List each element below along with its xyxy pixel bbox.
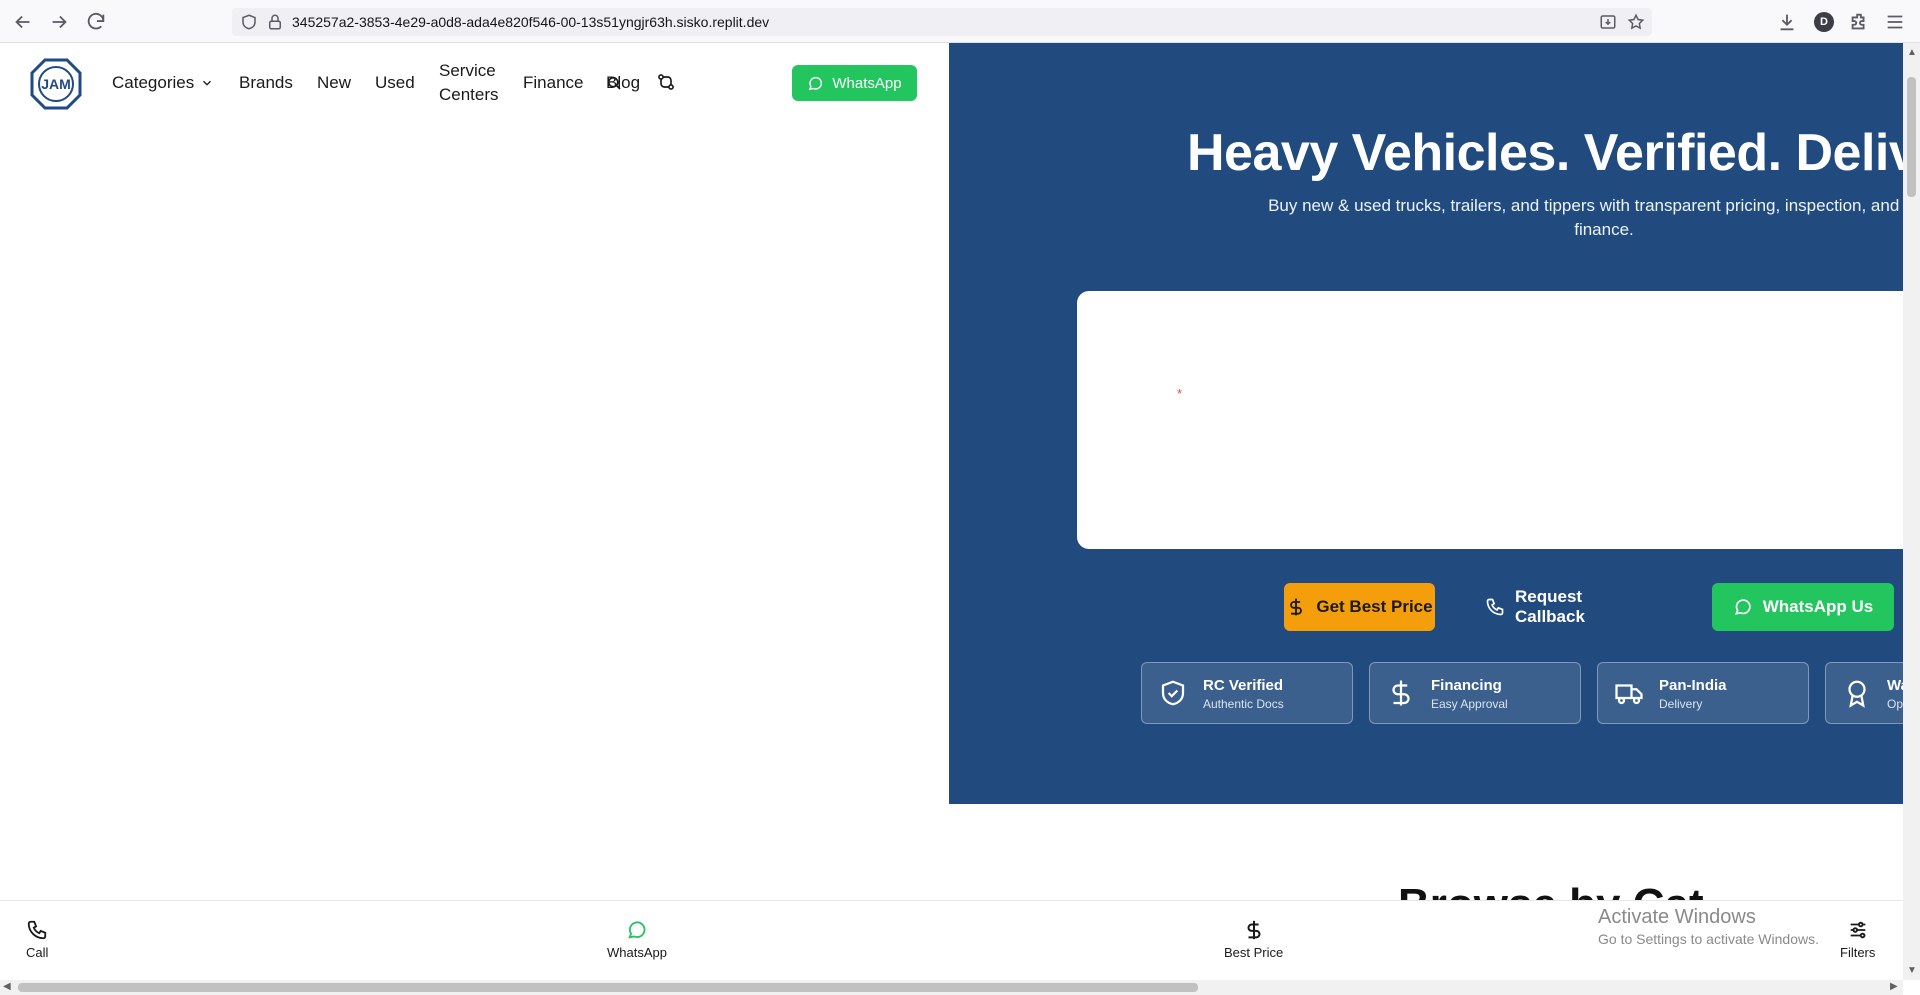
hero-title: Heavy Vehicles. Verified. Delivered.: [1187, 124, 1903, 182]
bottom-call-button[interactable]: Call: [26, 919, 48, 960]
dollar-icon: [1243, 919, 1265, 941]
watermark-title: Activate Windows: [1598, 906, 1756, 928]
site-header: JAM Categories Brands New Used Service C…: [0, 43, 949, 123]
whatsapp-us-label: WhatsApp Us: [1762, 597, 1874, 616]
scroll-left-arrow-icon[interactable]: ◀: [3, 981, 11, 992]
get-best-price-label: Get Best Price: [1316, 597, 1433, 616]
phone-icon: [26, 919, 48, 941]
hero-search-card: *: [1077, 291, 1903, 549]
get-best-price-button[interactable]: Get Best Price: [1284, 583, 1435, 631]
bottom-filters-label: Filters: [1840, 945, 1876, 960]
bottom-filters-button[interactable]: Filters: [1840, 919, 1875, 960]
trust-badge: Pan-India Delivery: [1597, 662, 1809, 724]
hero-section: Heavy Vehicles. Verified. Delivered. Buy…: [949, 43, 1903, 804]
reload-icon[interactable]: [85, 11, 107, 33]
phone-icon: [1485, 597, 1505, 617]
horizontal-scroll-thumb[interactable]: [18, 983, 1198, 992]
required-asterisk: *: [1177, 386, 1183, 401]
bottom-best-price-button[interactable]: Best Price: [1224, 919, 1283, 960]
trust-badge: Wa Op: [1825, 662, 1903, 724]
compare-icon[interactable]: [656, 72, 676, 92]
header-whatsapp-label: WhatsApp: [832, 74, 902, 92]
whatsapp-icon: [626, 919, 648, 941]
tracking-shield-icon[interactable]: [240, 13, 258, 31]
bottom-best-price-label: Best Price: [1224, 945, 1284, 960]
logo-text: JAM: [41, 76, 71, 92]
address-bar[interactable]: 345257a2-3853-4e29-a0d8-ada4e820f546-00-…: [232, 8, 1652, 36]
badge-subtitle: Easy Approval: [1431, 697, 1508, 711]
scroll-right-arrow-icon[interactable]: ▶: [1890, 981, 1898, 992]
badge-subtitle: Delivery: [1659, 697, 1703, 711]
page-action-icon[interactable]: [1599, 13, 1617, 31]
badge-title: Financing: [1431, 677, 1502, 694]
sliders-icon: [1847, 919, 1869, 941]
nav-new[interactable]: New: [317, 71, 351, 95]
badge-title: Pan-India: [1659, 677, 1727, 694]
horizontal-scrollbar[interactable]: ◀ ▶: [0, 980, 1903, 995]
badge-subtitle: Op: [1887, 697, 1903, 711]
whatsapp-us-button[interactable]: WhatsApp Us: [1712, 583, 1894, 631]
profile-avatar[interactable]: D: [1814, 12, 1834, 32]
browser-toolbar: 345257a2-3853-4e29-a0d8-ada4e820f546-00-…: [0, 0, 1920, 43]
watermark-subtitle: Go to Settings to activate Windows.: [1598, 931, 1819, 947]
badge-subtitle: Authentic Docs: [1203, 697, 1284, 711]
whatsapp-icon: [807, 75, 824, 92]
chevron-down-icon: [200, 76, 214, 90]
nav-finance[interactable]: Finance: [523, 71, 583, 95]
lock-icon[interactable]: [266, 13, 284, 31]
request-callback-button[interactable]: Request Callback: [1485, 583, 1640, 631]
shield-check-icon: [1158, 678, 1188, 708]
menu-icon[interactable]: [1884, 11, 1906, 33]
forward-icon[interactable]: [48, 11, 70, 33]
award-icon: [1842, 678, 1872, 708]
back-icon[interactable]: [12, 11, 34, 33]
header-whatsapp-button[interactable]: WhatsApp: [792, 65, 917, 101]
nav-brands[interactable]: Brands: [239, 71, 293, 95]
trust-badge: Financing Easy Approval: [1369, 662, 1581, 724]
nav-service-centers[interactable]: Service Centers: [439, 59, 499, 107]
scroll-down-arrow-icon[interactable]: ▼: [1907, 965, 1917, 976]
truck-icon: [1614, 678, 1644, 708]
whatsapp-icon: [1733, 597, 1753, 617]
jam-logo[interactable]: JAM: [30, 58, 82, 110]
downloads-icon[interactable]: [1776, 11, 1798, 33]
windows-activation-watermark: Activate Windows Go to Settings to activ…: [1598, 904, 1819, 948]
dollar-icon: [1386, 678, 1416, 708]
bottom-whatsapp-label: WhatsApp: [607, 945, 667, 960]
search-icon[interactable]: [605, 74, 623, 92]
badge-title: Wa: [1887, 677, 1903, 694]
bottom-call-label: Call: [26, 945, 49, 960]
extensions-icon[interactable]: [1848, 11, 1870, 33]
request-callback-label: Request Callback: [1515, 587, 1585, 626]
nav-used[interactable]: Used: [375, 71, 415, 95]
nav-service-centers-line2: Centers: [439, 85, 499, 104]
badge-title: RC Verified: [1203, 677, 1284, 694]
bookmark-star-icon[interactable]: [1627, 13, 1645, 31]
url-text: 345257a2-3853-4e29-a0d8-ada4e820f546-00-…: [292, 14, 770, 30]
scroll-up-arrow-icon[interactable]: ▲: [1907, 47, 1917, 58]
bottom-whatsapp-button[interactable]: WhatsApp: [607, 919, 667, 960]
nav-categories-label: Categories: [112, 73, 195, 92]
dollar-icon: [1286, 597, 1306, 617]
hero-subtitle: Buy new & used trucks, trailers, and tip…: [1268, 196, 1903, 239]
nav-categories[interactable]: Categories: [112, 71, 214, 95]
vertical-scroll-thumb[interactable]: [1907, 77, 1916, 197]
nav-service-centers-line1: Service: [439, 61, 496, 80]
trust-badge: RC Verified Authentic Docs: [1141, 662, 1353, 724]
vertical-scrollbar[interactable]: ▲ ▼: [1903, 43, 1920, 980]
